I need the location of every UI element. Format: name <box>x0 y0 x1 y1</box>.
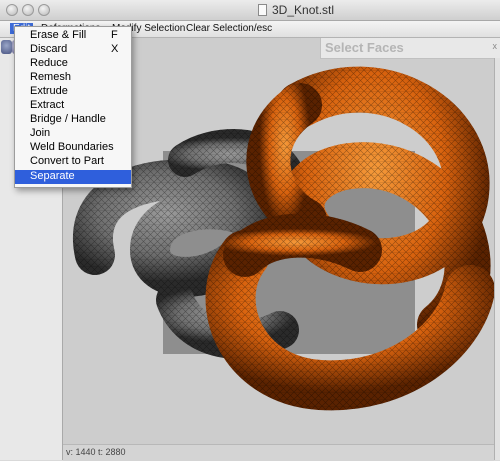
menu-clear-selection[interactable]: Clear Selection/esc <box>186 23 272 34</box>
menu-item-weld-boundaries[interactable]: Weld Boundaries <box>15 141 131 155</box>
menu-item-label: Separate <box>30 170 75 182</box>
menu-item-reduce[interactable]: Reduce <box>15 57 131 71</box>
menu-item-extrude[interactable]: Extrude <box>15 85 131 99</box>
menu-item-label: Discard <box>30 43 68 55</box>
tool-icon[interactable] <box>1 40 12 54</box>
menu-item-erase-fill[interactable]: Erase & Fill F <box>15 29 131 43</box>
menu-item-join[interactable]: Join <box>15 127 131 141</box>
menu-item-convert-to-part[interactable]: Convert to Part <box>15 155 131 169</box>
menu-item-extract[interactable]: Extract <box>15 99 131 113</box>
menu-item-bridge-handle[interactable]: Bridge / Handle <box>15 113 131 127</box>
panel-close-icon[interactable]: x <box>493 41 498 51</box>
status-bar: v: 1440 t: 2880 <box>63 444 494 461</box>
menu-item-label: Remesh <box>30 71 71 83</box>
select-faces-panel: Select Faces x <box>320 38 500 59</box>
menu-item-label: Reduce <box>30 57 68 69</box>
menu-item-label: Extract <box>30 99 65 111</box>
menu-item-remesh[interactable]: Remesh <box>15 71 131 85</box>
menu-item-label: Bridge / Handle <box>30 113 106 125</box>
document-icon <box>258 4 267 16</box>
edit-dropdown-menu: Erase & Fill F Discard X Reduce Remesh E… <box>14 26 132 188</box>
menu-item-label: Erase & Fill <box>30 29 87 41</box>
mesh-stats: v: 1440 t: 2880 <box>66 447 126 457</box>
menu-item-shortcut: X <box>111 43 119 55</box>
menu-item-label: Join <box>30 127 51 139</box>
menu-item-shortcut: F <box>111 29 118 41</box>
menu-item-label: Extrude <box>30 85 68 97</box>
menu-item-label: Convert to Part <box>30 155 104 167</box>
minimize-icon[interactable] <box>22 4 34 16</box>
zoom-icon[interactable] <box>38 4 50 16</box>
menu-item-discard[interactable]: Discard X <box>15 43 131 57</box>
menu-item-separate[interactable]: Separate <box>15 170 131 184</box>
scrollbar[interactable] <box>494 58 500 460</box>
close-icon[interactable] <box>6 4 18 16</box>
panel-title: Select Faces <box>325 40 404 55</box>
window-title: 3D_Knot.stl <box>272 3 335 17</box>
menu-item-label: Weld Boundaries <box>30 141 114 153</box>
title-bar: 3D_Knot.stl <box>0 0 500 21</box>
